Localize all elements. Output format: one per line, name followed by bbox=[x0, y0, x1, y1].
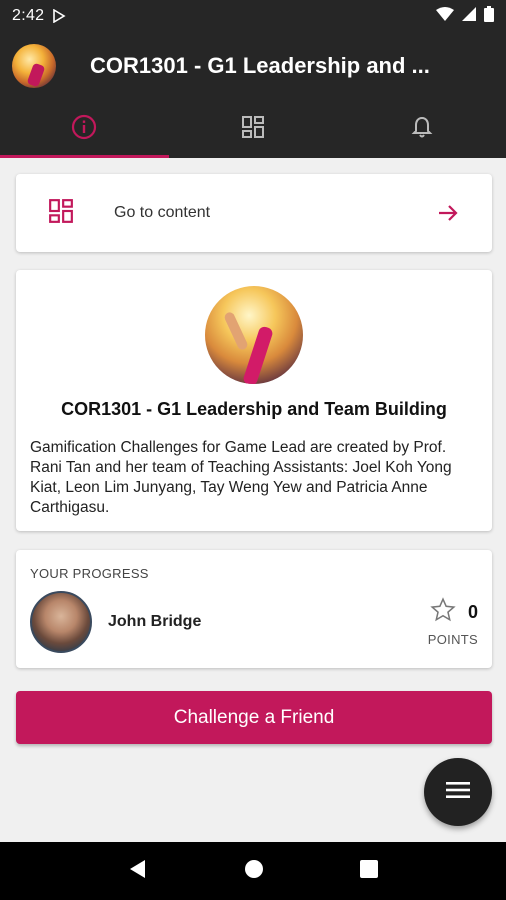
bell-icon bbox=[410, 115, 434, 144]
dashboard-icon bbox=[241, 115, 265, 144]
status-bar: 2:42 bbox=[0, 0, 506, 32]
dashboard-icon bbox=[48, 198, 74, 229]
arrow-right-icon[interactable] bbox=[436, 201, 460, 225]
course-title: COR1301 - G1 Leadership and Team Buildin… bbox=[61, 399, 447, 419]
recents-icon[interactable] bbox=[359, 859, 379, 884]
system-nav-bar bbox=[0, 842, 506, 900]
points-display: 0 POINTS bbox=[428, 597, 478, 647]
progress-card: YOUR PROGRESS John Bridge 0 POINTS bbox=[16, 550, 492, 668]
tab-notifications[interactable] bbox=[337, 100, 506, 158]
go-to-content-card[interactable]: Go to content bbox=[16, 174, 492, 252]
app-bar: COR1301 - G1 Leadership and ... bbox=[0, 32, 506, 100]
tab-bar bbox=[0, 100, 506, 158]
back-icon[interactable] bbox=[127, 858, 149, 885]
progress-label: YOUR PROGRESS bbox=[30, 566, 149, 581]
points-unit: POINTS bbox=[427, 632, 478, 647]
play-store-icon bbox=[52, 9, 66, 23]
wifi-icon bbox=[436, 6, 454, 26]
go-to-content-label: Go to content bbox=[114, 204, 211, 221]
menu-icon bbox=[445, 780, 471, 805]
info-icon bbox=[71, 114, 97, 145]
points-value: 0 bbox=[467, 602, 478, 622]
star-icon bbox=[430, 597, 456, 628]
home-icon[interactable] bbox=[243, 858, 265, 885]
user-name: John Bridge bbox=[108, 613, 202, 630]
course-card: COR1301 - G1 Leadership and Team Buildin… bbox=[16, 270, 492, 531]
signal-icon bbox=[462, 6, 476, 26]
status-time: 2:42 bbox=[12, 7, 45, 24]
challenge-friend-button[interactable]: Challenge a Friend bbox=[16, 691, 492, 744]
menu-fab[interactable] bbox=[424, 758, 492, 826]
battery-icon bbox=[484, 5, 494, 27]
avatar[interactable] bbox=[30, 591, 92, 653]
course-image bbox=[205, 286, 303, 384]
course-avatar[interactable] bbox=[12, 44, 56, 88]
page-title: COR1301 - G1 Leadership and ... bbox=[90, 53, 430, 78]
tab-content[interactable] bbox=[169, 100, 338, 158]
course-description: Gamification Challenges for Game Lead ar… bbox=[30, 439, 452, 516]
tab-info[interactable] bbox=[0, 100, 169, 158]
